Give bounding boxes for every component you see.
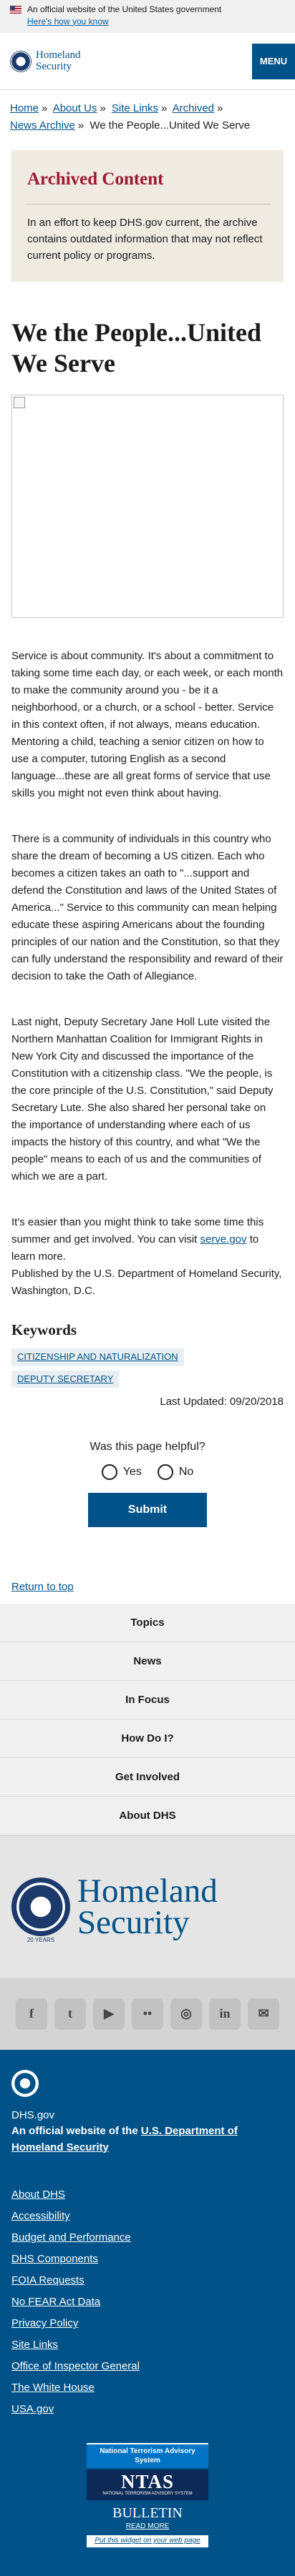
linkedin-icon[interactable]: in [209, 1998, 241, 2030]
keyword-tags: CITIZENSHIP AND NATURALIZATION DEPUTY SE… [0, 1348, 295, 1391]
social-links: f t ▶ •• ◎ in ✉ [0, 1978, 295, 2050]
logo-line-2: Security [36, 60, 72, 72]
footer-nav-get-involved[interactable]: Get Involved [0, 1758, 295, 1797]
breadcrumb-separator: » [217, 102, 223, 114]
feedback-form: Was this page helpful? Yes No Submit [0, 1438, 295, 1527]
footer-nav-how-do-i[interactable]: How Do I? [0, 1719, 295, 1758]
keyword-tag-citizenship[interactable]: CITIZENSHIP AND NATURALIZATION [11, 1348, 184, 1366]
radio-yes[interactable] [101, 1464, 117, 1481]
dhs-logo-link[interactable]: Homeland Security [10, 49, 81, 73]
footer-logo-line-2: Security [77, 1904, 190, 1942]
breadcrumb-separator: » [77, 119, 84, 132]
ntas-embed-link[interactable]: Put this widget on your web page [87, 2535, 208, 2547]
paragraph: Last night, Deputy Secretary Jane Holl L… [11, 1015, 274, 1183]
footer-links: About DHS Accessibility Budget and Perfo… [11, 2184, 284, 2420]
radio-no[interactable] [157, 1464, 173, 1481]
footer-nav-in-focus[interactable]: In Focus [0, 1681, 295, 1719]
archived-title: Archived Content [27, 166, 271, 204]
feedback-no-option[interactable]: No [157, 1464, 194, 1481]
site-footer: DHS.gov An official website of the U.S. … [0, 2049, 295, 2576]
broken-image-icon [14, 396, 25, 408]
instagram-icon[interactable]: ◎ [170, 1998, 202, 2030]
ntas-bulletin: BULLETIN [112, 2505, 183, 2521]
breadcrumb-separator: » [42, 102, 48, 114]
official-website-text: An official website of the U.S. Departme… [11, 2123, 284, 2156]
logo-line-1: Homeland [36, 49, 81, 61]
us-flag-icon [10, 5, 21, 14]
email-icon[interactable]: ✉ [248, 1998, 279, 2030]
footer-link-budget[interactable]: Budget and Performance [11, 2227, 284, 2249]
logo-wordmark: Homeland Security [36, 49, 81, 73]
paragraph: There is a community of individuals in t… [11, 832, 284, 982]
article-image [11, 394, 284, 618]
breadcrumb-about-us[interactable]: About Us [53, 102, 97, 114]
page-title: We the People...United We Serve [11, 317, 261, 377]
footer-link-site-links[interactable]: Site Links [11, 2334, 284, 2356]
ntas-logo-text: NTAS [120, 2471, 175, 2493]
no-label: No [178, 1465, 194, 1478]
dhs-seal-large-icon: 20 YEARS [11, 1877, 70, 1943]
dhs-seal-icon [10, 50, 32, 72]
article-body: Service is about community. It's about a… [0, 648, 295, 1300]
facebook-icon[interactable]: f [16, 1998, 47, 2030]
menu-button[interactable]: MENU [252, 43, 295, 79]
footer-link-oig[interactable]: Office of Inspector General [11, 2356, 284, 2377]
footer-link-foia[interactable]: FOIA Requests [11, 2270, 284, 2291]
breadcrumb: Home» About Us» Site Links» Archived» Ne… [0, 90, 295, 134]
archived-text: In an effort to keep DHS.gov current, th… [27, 216, 263, 262]
heres-how-you-know-link[interactable]: Here's how you know [27, 16, 109, 26]
site-header: Homeland Security MENU [0, 33, 295, 90]
paragraph: Service is about community. It's about a… [11, 649, 284, 799]
return-to-top-link[interactable]: Return to top [11, 1581, 74, 1593]
archived-content-notice: Archived Content In an effort to keep DH… [11, 150, 284, 282]
flickr-icon[interactable]: •• [132, 1998, 163, 2030]
footer-nav-news[interactable]: News [0, 1642, 295, 1681]
yes-label: Yes [122, 1465, 142, 1478]
footer-wordmark: Homeland Security [77, 1874, 218, 1942]
youtube-icon[interactable]: ▶ [93, 1998, 125, 2030]
submit-button[interactable]: Submit [88, 1492, 207, 1527]
footer-link-components[interactable]: DHS Components [11, 2249, 284, 2270]
twitter-icon[interactable]: t [54, 1998, 86, 2030]
breadcrumb-archived[interactable]: Archived [173, 102, 214, 114]
feedback-question: Was this page helpful? [90, 1440, 205, 1453]
footer-link-privacy[interactable]: Privacy Policy [11, 2313, 284, 2334]
official-prefix: An official website of the [11, 2125, 141, 2138]
feedback-yes-option[interactable]: Yes [101, 1464, 142, 1481]
breadcrumb-home[interactable]: Home [10, 102, 39, 114]
breadcrumb-separator: » [160, 102, 168, 114]
last-updated: Last Updated: 09/20/2018 [160, 1395, 284, 1408]
breadcrumb-current: We the People...United We Serve [90, 119, 251, 132]
footer-link-usa-gov[interactable]: USA.gov [11, 2399, 284, 2420]
ntas-subtitle: NATIONAL TERRORISM ADVISORY SYSTEM [102, 2492, 193, 2497]
footer-logo: 20 YEARS Homeland Security [0, 1835, 295, 1978]
footer-site-name: DHS.gov [11, 2108, 55, 2121]
keywords-heading: Keywords [11, 1321, 77, 1338]
footer-nav-topics[interactable]: Topics [0, 1604, 295, 1642]
footer-link-about-dhs[interactable]: About DHS [11, 2184, 284, 2206]
ntas-heading: National Terrorism Advisory System [87, 2443, 208, 2469]
ntas-badge: NTAS NATIONAL TERRORISM ADVISORY SYSTEM [87, 2469, 208, 2500]
gov-banner: An official website of the United States… [0, 0, 295, 33]
footer-nav: Topics News In Focus How Do I? Get Invol… [0, 1603, 295, 1835]
dhs-seal-footer-icon [11, 2069, 39, 2097]
footer-link-white-house[interactable]: The White House [11, 2377, 284, 2399]
serve-gov-link[interactable]: serve.gov [200, 1233, 246, 1245]
keyword-tag-deputy-secretary[interactable]: DEPUTY SECRETARY [11, 1370, 120, 1388]
footer-link-accessibility[interactable]: Accessibility [11, 2206, 284, 2227]
footer-nav-about-dhs[interactable]: About DHS [0, 1797, 295, 1835]
twenty-years-label: 20 YEARS [26, 1936, 55, 1943]
closing-paragraph: It's easier than you might think to take… [11, 1214, 284, 1265]
ntas-read-more-link[interactable]: READ MORE [87, 2522, 208, 2532]
breadcrumb-site-links[interactable]: Site Links [112, 102, 158, 114]
breadcrumb-news-archive[interactable]: News Archive [10, 119, 75, 132]
ntas-widget[interactable]: National Terrorism Advisory System NTAS … [87, 2443, 208, 2547]
breadcrumb-separator: » [100, 102, 106, 114]
gov-banner-text: An official website of the United States… [27, 4, 222, 14]
published-by: Published by the U.S. Department of Home… [11, 1267, 282, 1297]
footer-link-no-fear[interactable]: No FEAR Act Data [11, 2291, 284, 2313]
